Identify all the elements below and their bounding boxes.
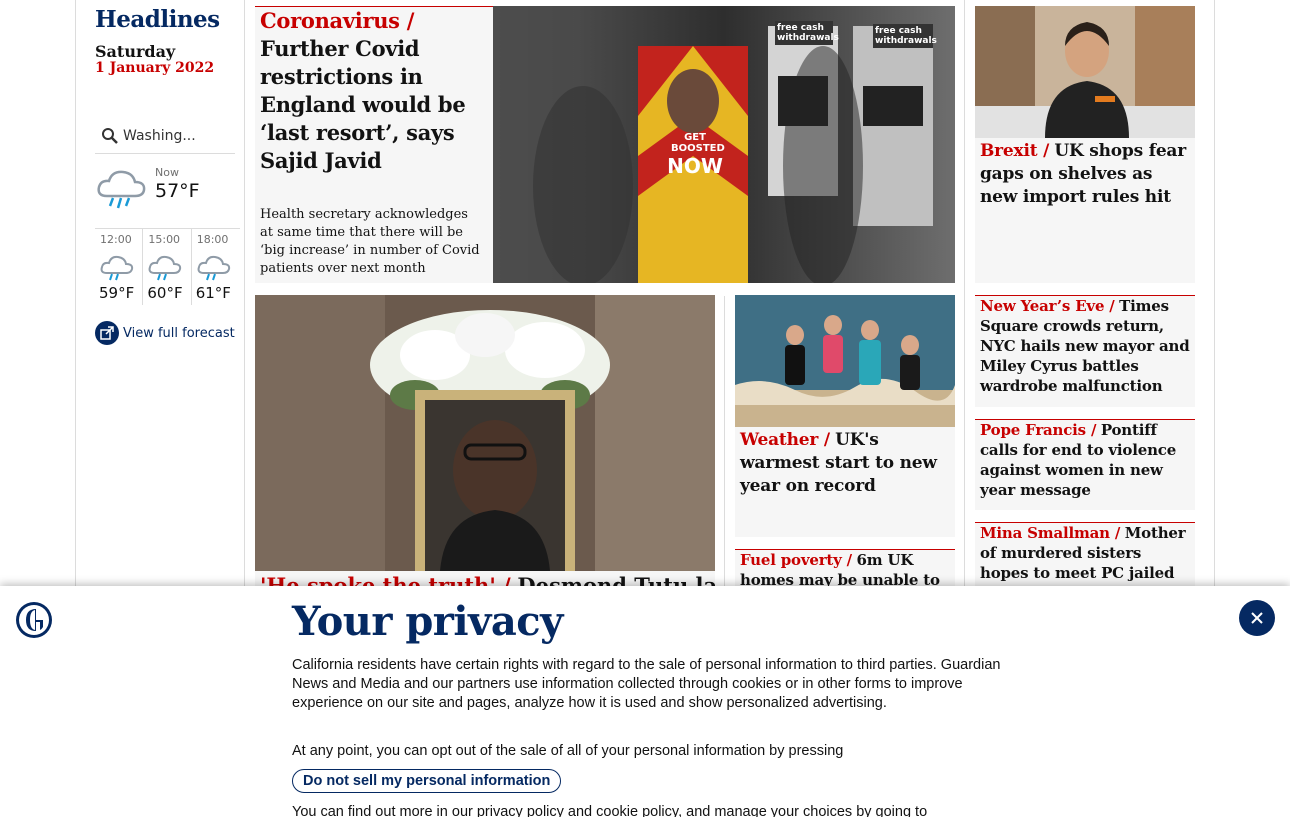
weather-location-search[interactable]: Washing... — [95, 118, 235, 154]
weather-hour: 18:00 61°F — [192, 229, 240, 305]
story-tutu-image[interactable] — [255, 295, 715, 571]
close-button[interactable] — [1239, 600, 1275, 636]
story-fuel-headline[interactable]: Fuel poverty / 6m UK homes may be unable… — [740, 550, 952, 590]
story-weather-image[interactable] — [735, 295, 955, 427]
story-kicker: New Year’s Eve / — [980, 297, 1115, 315]
external-link-icon — [95, 321, 119, 345]
poster-text: NOW — [667, 154, 723, 178]
weather-hour: 12:00 59°F — [95, 229, 144, 305]
privacy-text: California residents have certain rights… — [292, 657, 1001, 711]
column-divider — [724, 296, 725, 596]
story-kicker: Brexit / — [980, 141, 1050, 161]
privacy-text: You can find out more in our privacy pol… — [292, 804, 928, 817]
weather-now: Now 57°F — [95, 164, 240, 224]
weather-location: Washing... — [123, 127, 196, 144]
story-brexit-headline[interactable]: Brexit / UK shops fear gaps on shelves a… — [980, 140, 1192, 209]
story-main-headline[interactable]: Coronavirus / Further Covid restrictions… — [260, 7, 488, 175]
privacy-title: Your privacy — [292, 598, 563, 645]
story-kicker: Weather / — [740, 430, 830, 450]
rain-cloud-icon — [148, 255, 182, 281]
weather-hour-temp: 60°F — [147, 284, 183, 302]
date-day: Saturday — [95, 42, 176, 61]
atm-sign: free cash withdrawals — [775, 21, 839, 45]
privacy-banner: Your privacy California residents have c… — [0, 586, 1290, 817]
view-forecast-link[interactable]: View full forecast — [95, 321, 235, 345]
column-divider — [244, 0, 245, 600]
story-weather-headline[interactable]: Weather / UK's warmest start to new year… — [740, 429, 952, 498]
story-kicker: Fuel poverty / — [740, 551, 852, 569]
rain-cloud-icon — [100, 255, 134, 281]
weather-hour: 15:00 60°F — [143, 229, 192, 305]
rain-cloud-icon — [197, 255, 230, 281]
weather-now-label: Now — [155, 166, 179, 179]
weather-hour-time: 15:00 — [148, 233, 181, 246]
date-full: 1 January 2022 — [95, 60, 215, 76]
atm-sign: free cash withdrawals — [873, 24, 937, 48]
story-standfirst: Health secretary acknowledges at same ti… — [260, 207, 480, 276]
story-kicker: Mina Smallman / — [980, 524, 1121, 542]
story-brexit-image[interactable] — [975, 6, 1195, 138]
weather-hour-temp: 61°F — [195, 284, 231, 302]
view-forecast-label: View full forecast — [123, 325, 235, 341]
search-icon — [102, 127, 118, 144]
story-kicker: Pope Francis / — [980, 421, 1097, 439]
story-kicker: Coronavirus / — [260, 8, 415, 33]
close-icon — [1251, 612, 1263, 624]
weather-hour-time: 18:00 — [196, 233, 229, 246]
weather-now-temp: 57°F — [155, 180, 200, 202]
weather-hourly: 12:00 59°F 15:00 60°F 18:00 61°F — [95, 228, 240, 305]
privacy-text: At any point, you can opt out of the sal… — [292, 743, 844, 759]
story-main-image[interactable]: free cash withdrawals free cash withdraw… — [493, 6, 955, 283]
story-headline: Further Covid restrictions in England wo… — [260, 36, 466, 173]
do-not-sell-button[interactable]: Do not sell my personal information — [292, 769, 562, 793]
column-divider — [964, 0, 965, 600]
section-title: Headlines — [95, 6, 220, 33]
poster-text: GET BOOSTED — [671, 132, 725, 154]
story-pope-headline[interactable]: Pope Francis / Pontiff calls for end to … — [980, 420, 1192, 500]
story-nye-headline[interactable]: New Year’s Eve / Times Square crowds ret… — [980, 296, 1192, 396]
weather-hour-temp: 59°F — [99, 284, 135, 302]
rain-cloud-icon — [97, 170, 146, 209]
weather-hour-time: 12:00 — [100, 233, 132, 246]
guardian-logo-icon — [16, 602, 52, 638]
